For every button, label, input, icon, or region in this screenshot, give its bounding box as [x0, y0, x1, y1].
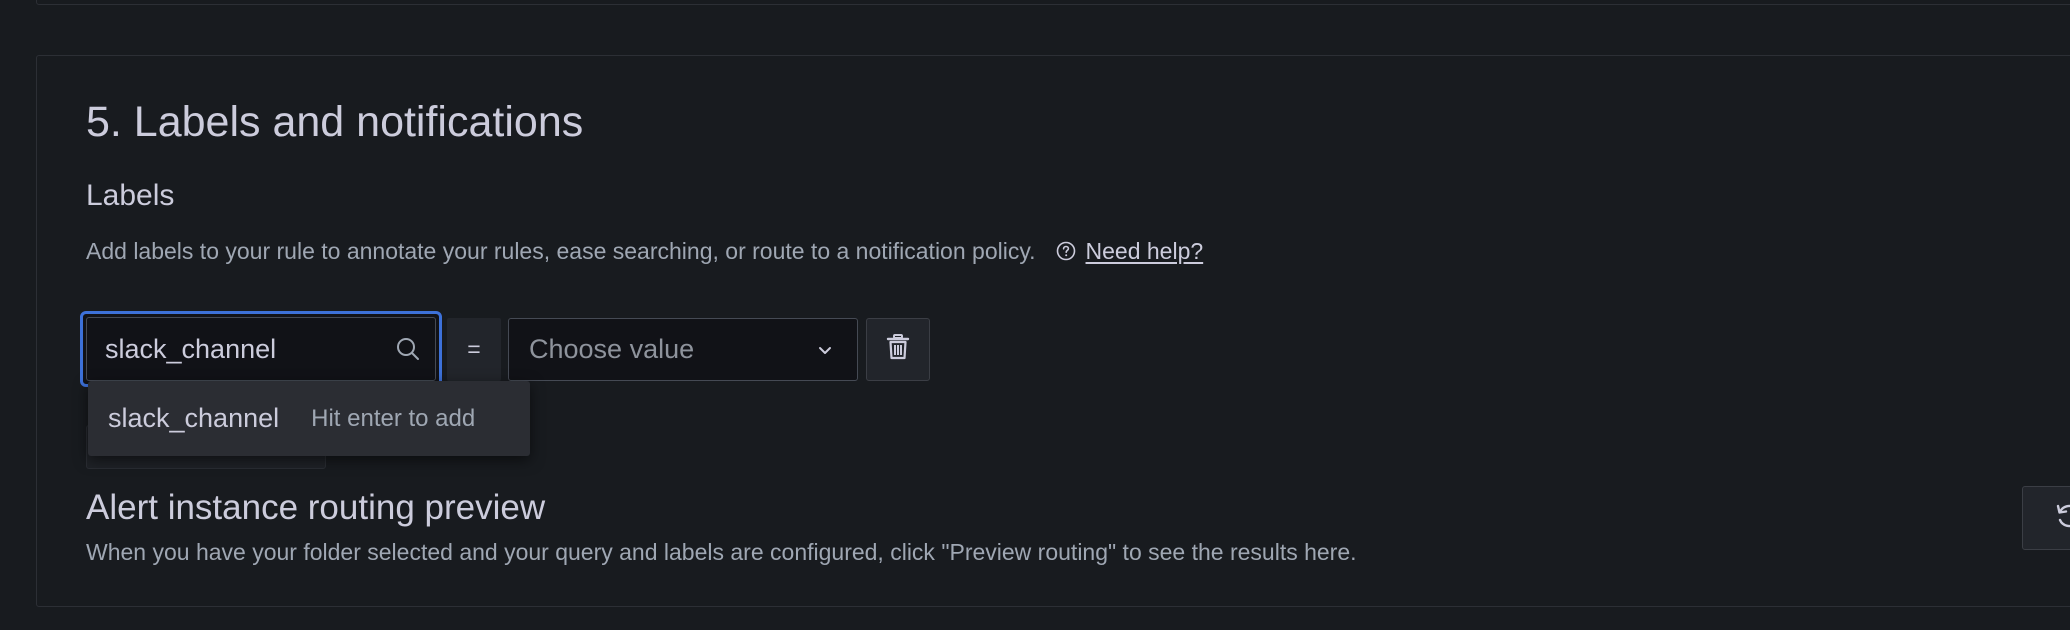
search-icon [395, 336, 421, 362]
routing-preview-title: Alert instance routing preview [86, 488, 546, 527]
label-key-field[interactable]: slack_channel [86, 317, 436, 381]
previous-section-panel [36, 0, 2070, 5]
label-value-placeholder: Choose value [529, 334, 695, 364]
operator-equals: = [447, 318, 501, 381]
routing-preview-description: When you have your folder selected and y… [86, 539, 1357, 565]
question-circle-icon [1056, 241, 1076, 261]
labels-description: Add labels to your rule to annotate your… [86, 237, 1036, 264]
need-help-link[interactable]: Need help? [1086, 238, 1204, 265]
labels-description-row: Add labels to your rule to annotate your… [86, 236, 1203, 266]
section-title: 5. Labels and notifications [86, 98, 584, 146]
page: 5. Labels and notifications Labels Add l… [0, 0, 2070, 630]
delete-label-button[interactable] [866, 318, 930, 381]
chevron-down-icon [815, 340, 835, 360]
label-key-value[interactable]: slack_channel [105, 334, 395, 365]
label-key-dropdown-option[interactable]: slack_channel Hit enter to add [88, 381, 530, 456]
refresh-icon [2053, 501, 2070, 536]
labels-heading: Labels [86, 179, 175, 212]
label-value-select[interactable]: Choose value [508, 318, 858, 381]
label-key-input[interactable]: slack_channel [80, 311, 442, 387]
trash-icon [885, 333, 911, 366]
preview-routing-button[interactable] [2022, 486, 2070, 550]
operator-label: = [467, 336, 481, 362]
dropdown-option-label[interactable]: slack_channel [108, 403, 279, 434]
dropdown-option-hint: Hit enter to add [311, 404, 476, 432]
